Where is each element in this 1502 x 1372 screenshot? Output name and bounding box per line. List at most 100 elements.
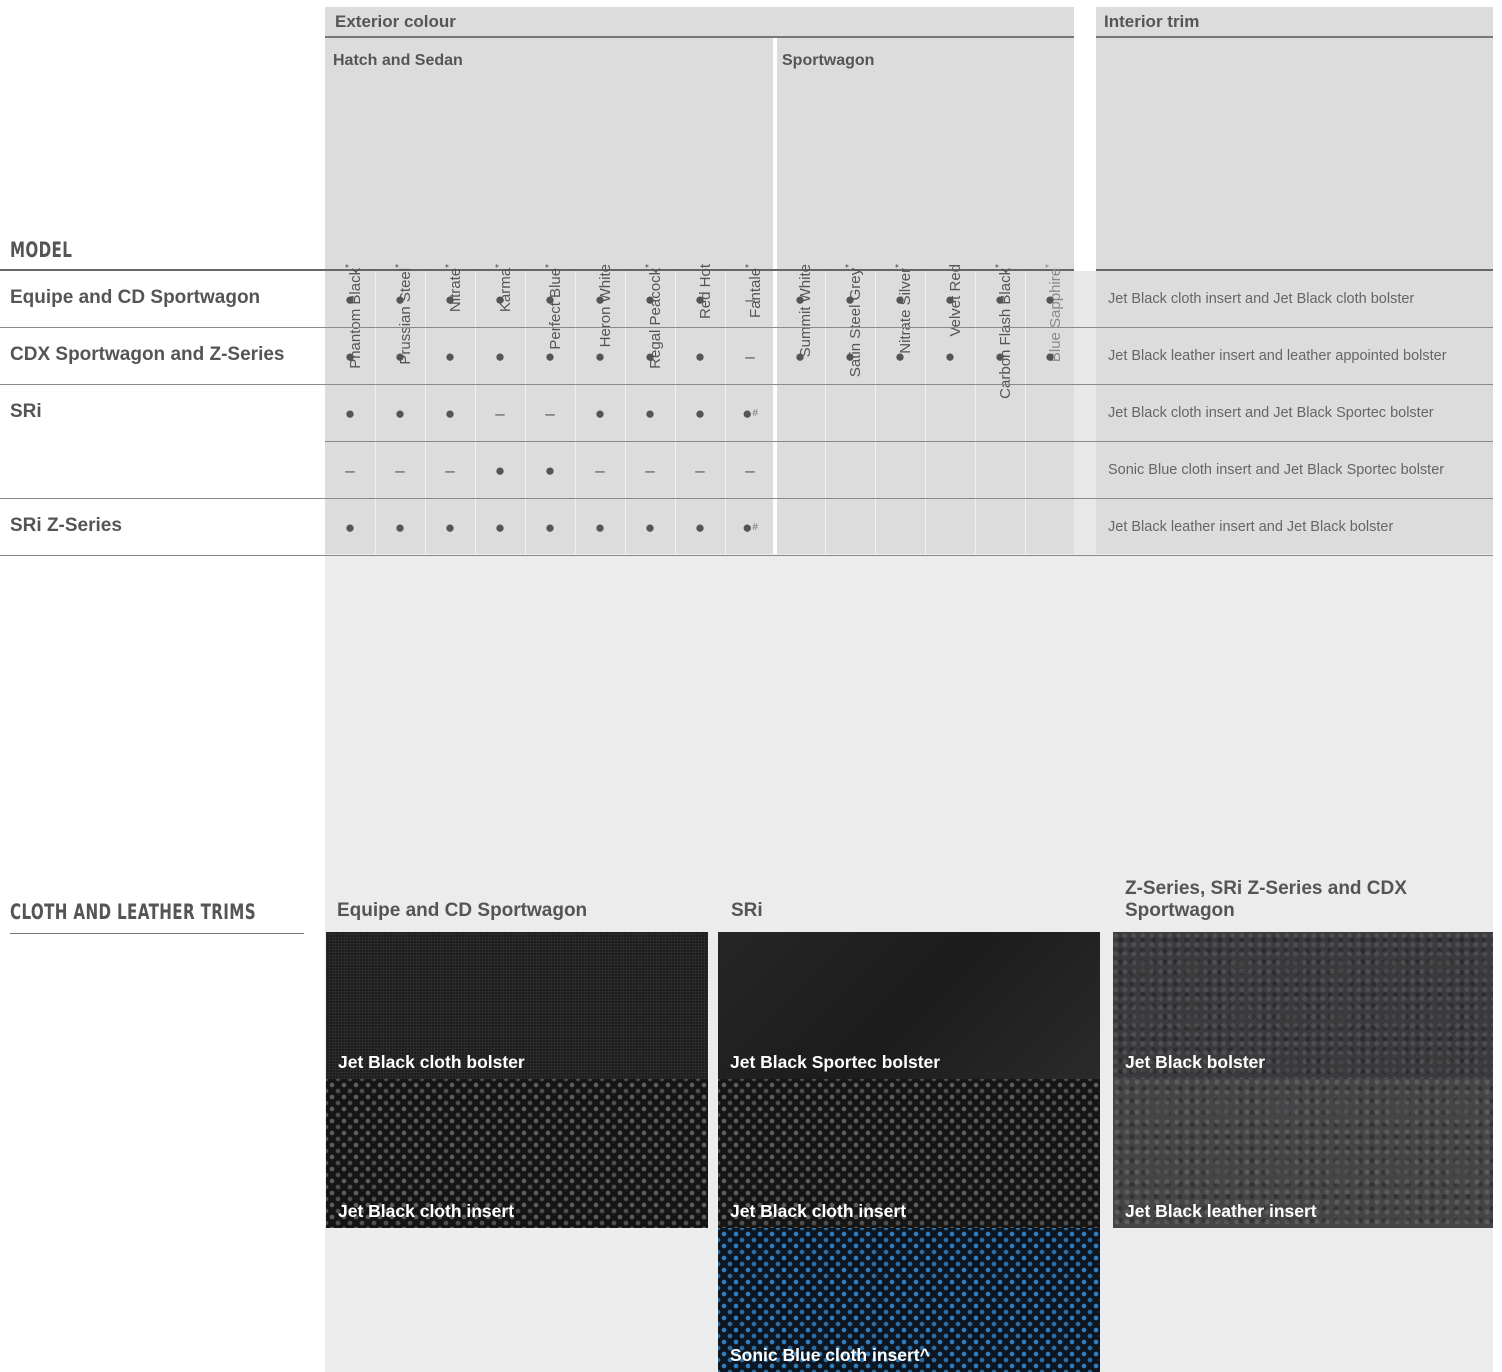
availability-cell: ● bbox=[894, 347, 906, 366]
swatch-caption: Jet Black cloth insert bbox=[338, 1201, 515, 1221]
swatch-jet-black-cloth-insert: Jet Black cloth insert bbox=[718, 1079, 1100, 1228]
sportwagon-group-label: Sportwagon bbox=[782, 52, 875, 69]
swatch-caption: Sonic Blue cloth insert^ bbox=[730, 1345, 930, 1365]
availability-cell: ● bbox=[394, 404, 406, 423]
availability-cell: ● bbox=[1044, 290, 1056, 309]
footnote-hash: # bbox=[752, 408, 758, 419]
availability-cell: ● bbox=[344, 290, 356, 309]
availability-cell: ● bbox=[594, 347, 606, 366]
swatch-jet-black-cloth-bolster: Jet Black cloth bolster bbox=[326, 932, 708, 1079]
availability-cell: ● bbox=[544, 518, 556, 537]
swatch-jet-black-leather-insert: Jet Black leather insert bbox=[1113, 1079, 1493, 1228]
column-header: Summit White bbox=[797, 264, 814, 358]
interior-trim-text: Jet Black leather insert and Jet Black b… bbox=[1108, 519, 1394, 535]
swatch-caption: Jet Black cloth bolster bbox=[338, 1052, 525, 1072]
interior-trim-text: Sonic Blue cloth insert and Jet Black Sp… bbox=[1108, 462, 1445, 478]
availability-cell: ● bbox=[1044, 347, 1056, 366]
availability-cell: ●# bbox=[742, 518, 758, 537]
availability-cell: – bbox=[595, 461, 605, 480]
interior-trim-text: Jet Black cloth insert and Jet Black Spo… bbox=[1108, 405, 1434, 421]
panel-gutter bbox=[1074, 271, 1096, 554]
availability-cell: – bbox=[445, 461, 455, 480]
availability-cell: ● bbox=[594, 518, 606, 537]
availability-cell: ● bbox=[394, 290, 406, 309]
model-name: CDX Sportwagon and Z-Series bbox=[10, 344, 285, 365]
availability-cell: ● bbox=[844, 290, 856, 309]
availability-cell: – bbox=[645, 461, 655, 480]
availability-cell: ● bbox=[694, 518, 706, 537]
availability-cell: ● bbox=[694, 404, 706, 423]
availability-cell: ● bbox=[594, 290, 606, 309]
availability-cell: ● bbox=[444, 518, 456, 537]
model-name: SRi bbox=[10, 401, 42, 422]
availability-cell: ● bbox=[994, 347, 1006, 366]
column-divider bbox=[825, 271, 826, 554]
cloth-leather-trims-title: CLOTH AND LEATHER TRIMS bbox=[10, 900, 256, 924]
row-divider bbox=[0, 498, 1493, 499]
hatch-sedan-group-label: Hatch and Sedan bbox=[333, 52, 463, 69]
swatch-caption: Jet Black leather insert bbox=[1125, 1201, 1317, 1221]
swatch-jet-black-sportec-bolster: Jet Black Sportec bolster bbox=[718, 932, 1100, 1079]
availability-cell: ● bbox=[894, 290, 906, 309]
interior-trim-text: Jet Black cloth insert and Jet Black clo… bbox=[1108, 291, 1415, 307]
row-divider bbox=[325, 441, 1493, 442]
model-name: Equipe and CD Sportwagon bbox=[10, 287, 261, 308]
availability-cell: ● bbox=[494, 518, 506, 537]
exterior-header-rule bbox=[325, 36, 1074, 38]
availability-cell: ● bbox=[694, 290, 706, 309]
availability-cell: – bbox=[395, 461, 405, 480]
availability-cell: ● bbox=[444, 347, 456, 366]
availability-cell: ● bbox=[544, 347, 556, 366]
column-header: Carbon Flash Black* bbox=[994, 264, 1014, 399]
swatch-sonic-blue-cloth-insert: Sonic Blue cloth insert^ bbox=[718, 1228, 1100, 1372]
swatch-caption: Jet Black bolster bbox=[1125, 1052, 1266, 1072]
trims-title-rule bbox=[10, 933, 304, 934]
availability-cell: – bbox=[345, 461, 355, 480]
exterior-colour-header: Exterior colour bbox=[335, 12, 456, 31]
availability-cell: ● bbox=[794, 290, 806, 309]
availability-cell: ● bbox=[344, 347, 356, 366]
row-divider bbox=[0, 327, 1493, 328]
availability-cell: – bbox=[495, 404, 505, 423]
availability-cell: ● bbox=[344, 404, 356, 423]
swatch-caption: Jet Black cloth insert bbox=[730, 1201, 907, 1221]
interior-header-rule bbox=[1096, 36, 1493, 38]
trim-group-title: Equipe and CD Sportwagon bbox=[337, 900, 588, 921]
column-divider bbox=[875, 271, 876, 554]
availability-cell: ● bbox=[644, 290, 656, 309]
availability-cell: ● bbox=[944, 290, 956, 309]
availability-cell: ● bbox=[494, 461, 506, 480]
availability-cell: ● bbox=[344, 518, 356, 537]
availability-cell: ● bbox=[594, 404, 606, 423]
interior-trim-text: Jet Black leather insert and leather app… bbox=[1108, 348, 1447, 364]
availability-cell: ● bbox=[694, 347, 706, 366]
column-divider bbox=[975, 271, 976, 554]
trim-group-title: Z-Series, SRi Z-Series and CDX Sportwago… bbox=[1125, 878, 1407, 921]
availability-cell: – bbox=[745, 290, 755, 309]
interior-trim-header: Interior trim bbox=[1104, 12, 1200, 31]
swatch-jet-black-cloth-insert: Jet Black cloth insert bbox=[326, 1079, 708, 1228]
interior-header-rule-bottom bbox=[1096, 269, 1493, 271]
availability-cell: ● bbox=[444, 290, 456, 309]
availability-cell: ● bbox=[994, 290, 1006, 309]
availability-cell: ● bbox=[444, 404, 456, 423]
availability-cell: ● bbox=[644, 347, 656, 366]
model-name: SRi Z-Series bbox=[10, 515, 122, 536]
column-divider bbox=[925, 271, 926, 554]
availability-cell: ● bbox=[944, 347, 956, 366]
availability-cell: – bbox=[745, 461, 755, 480]
availability-cell: ● bbox=[494, 290, 506, 309]
row-divider bbox=[0, 384, 1493, 385]
availability-cell: ● bbox=[544, 290, 556, 309]
availability-cell: – bbox=[695, 461, 705, 480]
availability-cell: ● bbox=[644, 518, 656, 537]
swatch-jet-black-bolster: Jet Black bolster bbox=[1113, 932, 1493, 1079]
availability-cell: ●# bbox=[742, 404, 758, 423]
availability-cell: – bbox=[545, 404, 555, 423]
availability-cell: ● bbox=[644, 404, 656, 423]
column-divider bbox=[1025, 271, 1026, 554]
footnote-hash: # bbox=[752, 522, 758, 533]
availability-cell: ● bbox=[794, 347, 806, 366]
swatch-caption: Jet Black Sportec bolster bbox=[730, 1052, 941, 1072]
availability-cell: ● bbox=[494, 347, 506, 366]
